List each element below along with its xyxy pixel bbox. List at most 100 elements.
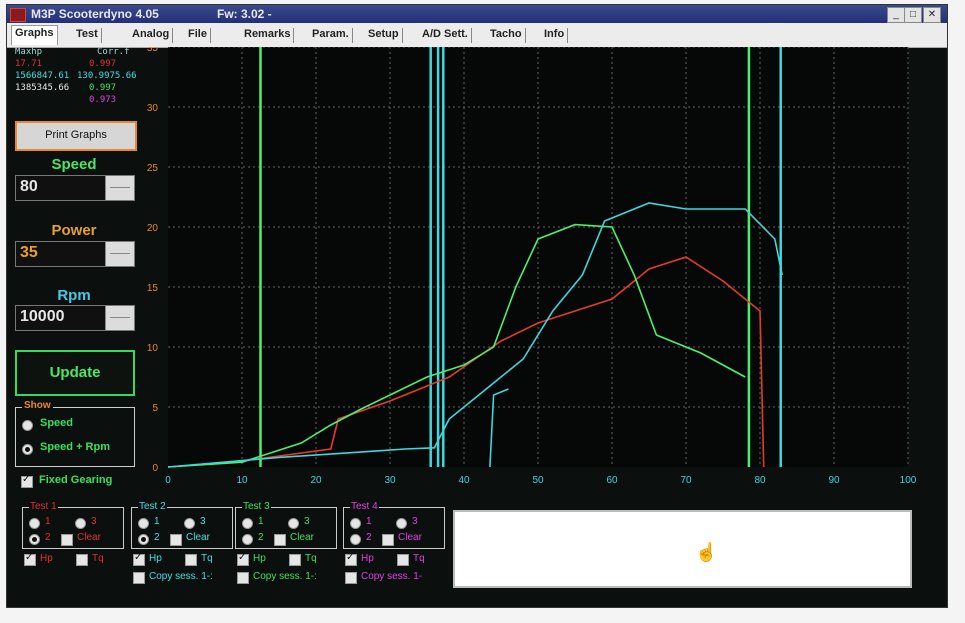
test-opt3-radio[interactable] <box>184 518 195 529</box>
close-icon[interactable]: ✕ <box>923 7 941 23</box>
app-icon <box>10 8 26 22</box>
test-opt1-label: 1 <box>154 516 160 527</box>
tab-info[interactable]: Info <box>541 28 569 43</box>
test-clear-checkbox[interactable] <box>274 534 286 546</box>
tab-tacho[interactable]: Tacho <box>487 28 526 43</box>
test-clear-label: Clear <box>186 532 210 543</box>
maxhp-value: 1566847.61 <box>15 71 70 81</box>
test-hp-checkbox[interactable] <box>133 552 145 566</box>
x-tick-label: 60 <box>606 475 618 486</box>
remarks-area[interactable]: ☝ <box>453 510 912 588</box>
test-opt3-radio[interactable] <box>288 518 299 529</box>
hand-cursor-icon: ☝ <box>695 542 718 562</box>
test-opt2-radio[interactable] <box>350 534 361 545</box>
x-tick-label: 90 <box>828 475 840 486</box>
test-tq-label: Tq <box>305 553 317 564</box>
y-tick-label: 20 <box>147 223 158 234</box>
test-opt2-radio[interactable] <box>242 534 253 545</box>
test-title: Test 3 <box>242 501 271 512</box>
x-tick-label: 100 <box>900 475 917 486</box>
test-opt1-radio[interactable] <box>138 518 149 529</box>
test-opt2-label: 2 <box>258 532 264 543</box>
test-clear-checkbox[interactable] <box>170 534 182 546</box>
rpm-spinner[interactable] <box>105 306 134 330</box>
y-axis-ticks: 0 5 10 15 20 25 30 35 <box>147 47 158 474</box>
power-value: 35 <box>20 244 38 261</box>
fixed-gearing-checkbox[interactable] <box>21 474 33 488</box>
test-opt3-label: 3 <box>304 516 310 527</box>
test-opt3-radio[interactable] <box>396 518 407 529</box>
copy-session-checkbox[interactable] <box>237 572 249 584</box>
x-tick-label: 70 <box>680 475 692 486</box>
corr-value: 0.997 <box>89 83 117 93</box>
y-tick-label: 30 <box>147 103 158 114</box>
maxhp-value: 17.71 <box>15 59 43 69</box>
speed-spinner[interactable] <box>105 176 134 200</box>
test-hp-label: Hp <box>149 553 162 564</box>
rpm-input[interactable]: 10000 <box>15 305 135 331</box>
tab-graphs[interactable]: Graphs <box>11 25 58 45</box>
tab-test[interactable]: Test <box>73 28 102 43</box>
speed-input[interactable]: 80 <box>15 175 135 201</box>
corr-header: Corr.f <box>97 47 130 57</box>
show-speed-rpm-label: Speed + Rpm <box>40 441 110 453</box>
minimize-icon[interactable]: _ <box>887 7 905 23</box>
tab-remarks[interactable]: Remarks <box>241 28 295 43</box>
test-tq-label: Tq <box>413 553 425 564</box>
print-graphs-button[interactable]: Print Graphs <box>15 121 137 151</box>
test-group-4: Test 4 1 3 2 Clear <box>343 501 445 549</box>
test-tq-checkbox[interactable] <box>397 554 409 566</box>
tab-setup[interactable]: Setup <box>365 28 403 43</box>
test-group-2: Test 2 1 3 2 Clear <box>131 501 233 549</box>
test-tq-checkbox[interactable] <box>76 554 88 566</box>
x-tick-label: 20 <box>310 475 322 486</box>
test-opt3-label: 3 <box>200 516 206 527</box>
update-button[interactable]: Update <box>15 350 135 396</box>
x-tick-label: 80 <box>754 475 766 486</box>
test-opt1-radio[interactable] <box>350 518 361 529</box>
test-opt1-label: 1 <box>45 516 51 527</box>
copy-session-checkbox[interactable] <box>133 572 145 584</box>
test-hp-checkbox[interactable] <box>24 552 36 566</box>
test-opt2-radio[interactable] <box>29 534 40 545</box>
test-hp-checkbox[interactable] <box>345 552 357 566</box>
maxhp-value: 1385345.66 <box>15 83 70 93</box>
test-opt3-radio[interactable] <box>75 518 86 529</box>
test-opt3-label: 3 <box>412 516 418 527</box>
speed-label: Speed <box>51 156 97 173</box>
test-opt2-radio[interactable] <box>138 534 149 545</box>
test-tq-checkbox[interactable] <box>185 554 197 566</box>
x-tick-label: 0 <box>165 475 171 486</box>
y-tick-label: 15 <box>147 283 158 294</box>
tab-param[interactable]: Param. <box>309 28 353 43</box>
test-tq-label: Tq <box>201 553 213 564</box>
tab-ad-sett[interactable]: A/D Sett. <box>419 28 472 43</box>
power-input[interactable]: 35 <box>15 241 135 267</box>
test-opt1-radio[interactable] <box>242 518 253 529</box>
copy-session-label: Copy sess. 1- <box>361 571 423 582</box>
test-hp-checkbox[interactable] <box>237 552 249 566</box>
test-title: Test 4 <box>350 501 379 512</box>
copy-session-label: Copy sess. 1-: <box>253 571 317 582</box>
test-opt2-label: 2 <box>366 532 372 543</box>
test-clear-label: Clear <box>398 532 422 543</box>
show-speed-rpm-radio[interactable] <box>22 444 33 455</box>
speed-value: 80 <box>20 178 38 195</box>
test-tq-checkbox[interactable] <box>289 554 301 566</box>
test-group-3: Test 3 1 3 2 Clear <box>235 501 337 549</box>
y-tick-label: 10 <box>147 343 158 354</box>
maximize-icon[interactable]: □ <box>904 7 922 23</box>
test-clear-checkbox[interactable] <box>61 534 73 546</box>
y-tick-label: 25 <box>147 163 158 174</box>
tab-file[interactable]: File <box>185 28 211 43</box>
test-title: Test 1 <box>29 501 58 512</box>
fixed-gearing-label: Fixed Gearing <box>39 474 113 486</box>
show-speed-radio[interactable] <box>22 420 33 431</box>
test-opt3-label: 3 <box>91 516 97 527</box>
test-clear-checkbox[interactable] <box>382 534 394 546</box>
test-opt1-radio[interactable] <box>29 518 40 529</box>
power-spinner[interactable] <box>105 242 134 266</box>
copy-session-checkbox[interactable] <box>345 572 357 584</box>
tab-analog[interactable]: Analog <box>129 28 174 43</box>
x-tick-label: 10 <box>236 475 248 486</box>
